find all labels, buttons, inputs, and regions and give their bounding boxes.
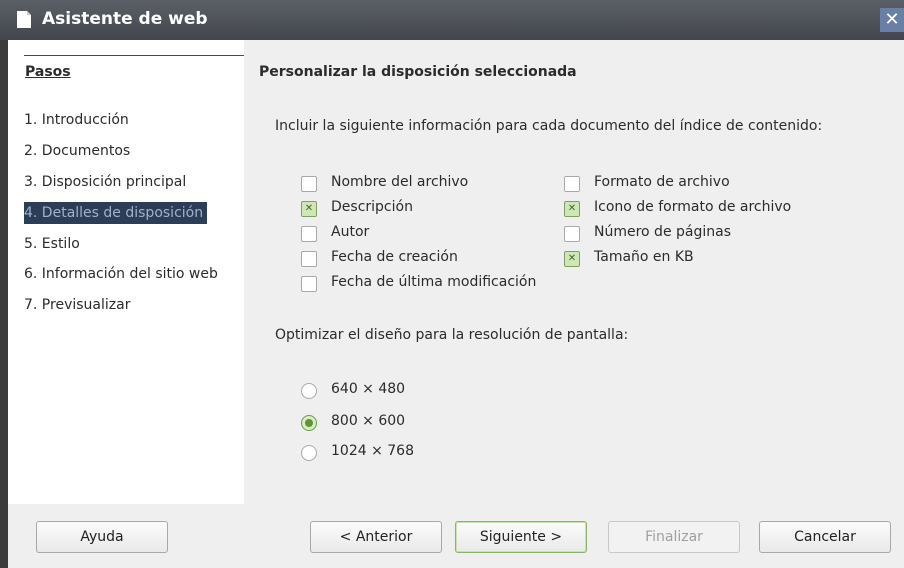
next-button[interactable]: Siguiente > bbox=[455, 521, 587, 553]
checkbox-label-numero-paginas[interactable]: Número de páginas bbox=[594, 224, 731, 240]
checkbox-label-tamano-kb[interactable]: Tamaño en KB bbox=[594, 249, 694, 265]
checkbox-label-autor[interactable]: Autor bbox=[331, 224, 369, 240]
section-title: Personalizar la disposición seleccionada bbox=[259, 64, 577, 80]
checkbox-label-formato-archivo[interactable]: Formato de archivo bbox=[594, 174, 730, 190]
step-previsualizar[interactable]: 7. Previsualizar bbox=[24, 294, 130, 316]
steps-divider bbox=[24, 55, 244, 56]
radio-1024x768[interactable] bbox=[301, 445, 317, 461]
checkbox-label-descripcion[interactable]: Descripción bbox=[331, 199, 413, 215]
resolution-label: Optimizar el diseño para la resolución d… bbox=[275, 327, 629, 343]
checkbox-label-fecha-modificacion[interactable]: Fecha de última modificación bbox=[331, 274, 536, 290]
checkbox-descripcion[interactable] bbox=[301, 201, 317, 217]
radio-640x480[interactable] bbox=[301, 383, 317, 399]
radio-label-800x600[interactable]: 800 × 600 bbox=[331, 413, 405, 429]
checkbox-label-fecha-creacion[interactable]: Fecha de creación bbox=[331, 249, 458, 265]
step-detalles-disposicion[interactable]: 4. Detalles de disposición bbox=[24, 202, 208, 224]
checkbox-label-nombre-archivo[interactable]: Nombre del archivo bbox=[331, 174, 468, 190]
document-icon bbox=[17, 11, 31, 28]
step-disposicion-principal[interactable]: 3. Disposición principal bbox=[24, 171, 186, 193]
step-introduccion[interactable]: 1. Introducción bbox=[24, 109, 129, 131]
checkbox-numero-paginas[interactable] bbox=[564, 226, 580, 242]
finish-button: Finalizar bbox=[608, 521, 740, 553]
checkbox-fecha-modificacion[interactable] bbox=[301, 276, 317, 292]
checkbox-tamano-kb[interactable] bbox=[564, 251, 580, 267]
checkbox-label-icono-formato[interactable]: Icono de formato de archivo bbox=[594, 199, 791, 215]
web-wizard-dialog: Pasos 1. Introducción 2. Documentos 3. D… bbox=[8, 40, 904, 568]
checkbox-nombre-archivo[interactable] bbox=[301, 176, 317, 192]
step-informacion-sitio-web[interactable]: 6. Información del sitio web bbox=[24, 263, 218, 285]
steps-panel: Pasos 1. Introducción 2. Documentos 3. D… bbox=[8, 40, 244, 504]
radio-800x600[interactable] bbox=[301, 415, 317, 431]
help-button[interactable]: Ayuda bbox=[36, 521, 168, 553]
include-info-label: Incluir la siguiente información para ca… bbox=[275, 118, 823, 134]
title-bar: Asistente de web ✕ bbox=[0, 0, 904, 40]
close-icon[interactable]: ✕ bbox=[880, 8, 904, 32]
step-estilo[interactable]: 5. Estilo bbox=[24, 233, 80, 255]
steps-heading: Pasos bbox=[25, 64, 71, 80]
checkbox-fecha-creacion[interactable] bbox=[301, 251, 317, 267]
checkbox-icono-formato[interactable] bbox=[564, 201, 580, 217]
window-title: Asistente de web bbox=[42, 9, 208, 29]
radio-label-1024x768[interactable]: 1024 × 768 bbox=[331, 443, 414, 459]
back-button[interactable]: < Anterior bbox=[310, 521, 442, 553]
checkbox-formato-archivo[interactable] bbox=[564, 176, 580, 192]
cancel-button[interactable]: Cancelar bbox=[759, 521, 891, 553]
checkbox-autor[interactable] bbox=[301, 226, 317, 242]
radio-label-640x480[interactable]: 640 × 480 bbox=[331, 381, 405, 397]
step-documentos[interactable]: 2. Documentos bbox=[24, 140, 130, 162]
